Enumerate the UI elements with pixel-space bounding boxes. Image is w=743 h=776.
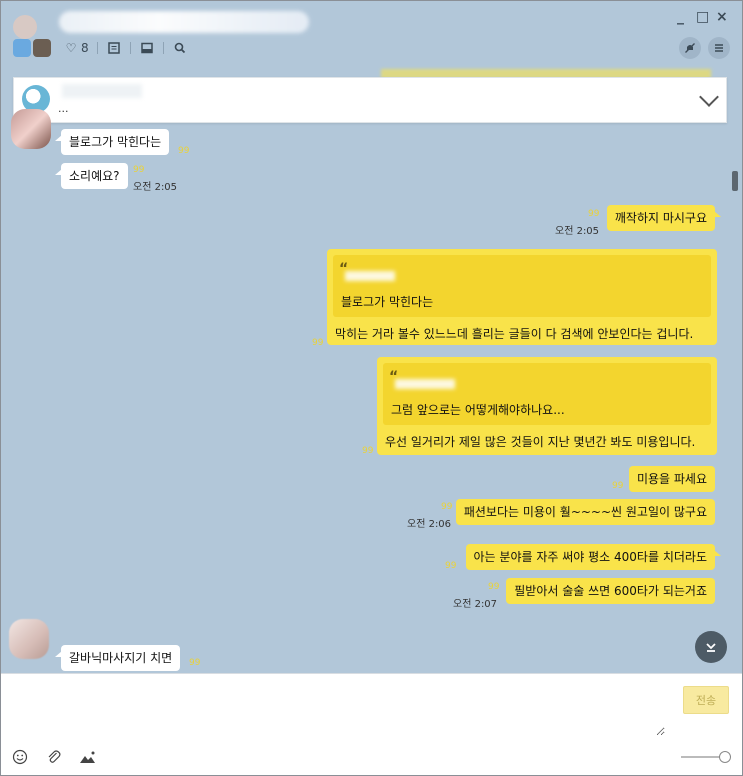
unread-count: 99: [588, 209, 600, 219]
chevron-down-icon: [706, 643, 716, 652]
menu-icon[interactable]: [708, 37, 730, 59]
minimize-button[interactable]: _: [677, 9, 684, 25]
unread-count: 99: [362, 446, 374, 456]
chat-title-redacted: [59, 11, 309, 33]
chat-toolbar: ♡ 8: [63, 39, 188, 57]
divider: [96, 42, 98, 54]
heart-icon[interactable]: ♡: [63, 40, 79, 56]
quoted-reply-bubble[interactable]: “ 그럼 앞으로는 어떻게해야하나요... 우선 일거리가 제일 많은 것들이 …: [377, 357, 717, 455]
notice-text: ...: [58, 102, 69, 115]
unread-count: 99: [612, 481, 624, 491]
message-time: 오전 2:05: [133, 182, 178, 193]
attach-icon[interactable]: [45, 748, 63, 766]
unread-count: 99: [189, 658, 201, 668]
emoji-icon[interactable]: [11, 748, 29, 766]
message-bubble[interactable]: 블로그가 막힌다는: [54, 129, 170, 155]
message-time: 오전 2:05: [555, 226, 600, 237]
message-bubble[interactable]: 깨작하지 마시구요: [606, 205, 722, 231]
opacity-slider-track[interactable]: [681, 756, 721, 758]
send-button[interactable]: 전송: [683, 686, 729, 714]
scroll-to-bottom-button[interactable]: [695, 631, 727, 663]
divider: [162, 42, 164, 54]
reply-text: 막히는 거라 볼수 있느느데 흘리는 글들이 다 검색에 안보인다는 겁니다.: [335, 327, 694, 341]
maximize-button[interactable]: □: [696, 9, 709, 25]
image-icon[interactable]: [79, 748, 97, 766]
like-count: 8: [81, 41, 89, 55]
title-bar: _ □ × ♡ 8: [1, 1, 742, 63]
chat-window: _ □ × ♡ 8 ... 블로그가 막힌다는 99 소리예요? 99 오전 2…: [0, 0, 743, 776]
opacity-slider-knob[interactable]: [719, 751, 731, 763]
input-toolbar: [11, 748, 97, 766]
quoted-sender-redacted: [345, 271, 395, 281]
quote-box: “ 그럼 앞으로는 어떻게해야하나요...: [383, 363, 711, 425]
divider: [129, 42, 131, 54]
unread-count: 99: [445, 561, 457, 571]
quoted-reply-bubble[interactable]: “ 블로그가 막힌다는 막히는 거라 볼수 있느느데 흘리는 글들이 다 검색에…: [327, 249, 717, 345]
message-time: 오전 2:07: [453, 599, 498, 610]
quoted-text: 블로그가 막힌다는: [341, 295, 434, 309]
quoted-text: 그럼 앞으로는 어떻게해야하나요...: [391, 403, 565, 417]
notes-icon[interactable]: [106, 40, 122, 56]
quoted-sender-redacted: [395, 379, 455, 389]
pinned-notice[interactable]: ...: [13, 77, 727, 123]
chat-profile-avatar[interactable]: [11, 11, 53, 57]
message-input-area: 전송: [1, 673, 742, 775]
message-bubble[interactable]: 패션보다는 미용이 훨~~~~씬 원고일이 많구요: [455, 499, 715, 525]
unread-count: 99: [441, 502, 453, 512]
search-icon[interactable]: [172, 40, 188, 56]
close-button[interactable]: ×: [716, 9, 728, 25]
mute-icon[interactable]: [679, 37, 701, 59]
scrollbar-thumb[interactable]: [732, 171, 738, 191]
message-time: 오전 2:06: [407, 519, 452, 530]
message-bubble[interactable]: 필받아서 술술 쓰면 600타가 되는거죠: [506, 578, 715, 604]
reply-text: 우선 일거리가 제일 많은 것들이 지난 몇년간 봐도 미용입니다.: [385, 435, 696, 449]
avatar[interactable]: [11, 109, 51, 149]
unread-count: 99: [312, 338, 324, 348]
message-bubble[interactable]: 갈바닉마사지기 치면: [54, 645, 181, 671]
message-bubble[interactable]: 미용을 파세요: [628, 466, 715, 492]
notice-title-redacted: [62, 84, 142, 98]
message-input[interactable]: [11, 682, 665, 736]
message-bubble[interactable]: 아는 분야를 자주 써야 평소 400타를 치더라도: [465, 544, 722, 570]
unread-count: 99: [133, 165, 145, 175]
quote-box: “ 블로그가 막힌다는: [333, 255, 711, 317]
unread-count: 99: [488, 582, 500, 592]
avatar[interactable]: [9, 619, 49, 659]
chevron-down-icon[interactable]: [699, 87, 719, 107]
unread-count: 99: [178, 146, 190, 156]
inbox-icon[interactable]: [139, 40, 155, 56]
message-bubble[interactable]: 소리예요?: [55, 163, 128, 189]
